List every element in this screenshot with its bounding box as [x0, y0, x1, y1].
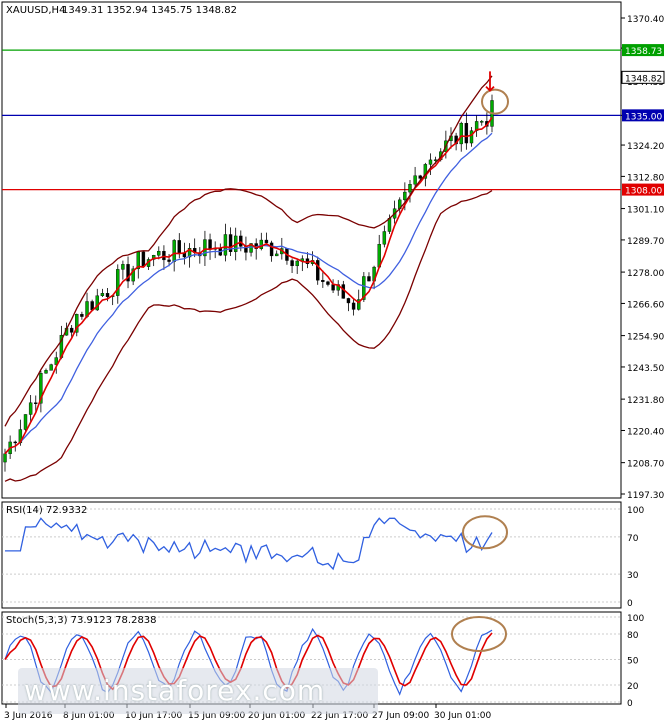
- candle-body: [351, 302, 356, 310]
- candle-body: [259, 239, 264, 249]
- stoch-tick-label: 50: [627, 657, 639, 667]
- candle-body: [459, 122, 463, 145]
- rsi-tick-label: 30: [627, 571, 639, 581]
- candle-body: [269, 242, 274, 257]
- candle-body: [223, 234, 228, 256]
- rsi-tick-label: 0: [627, 599, 633, 609]
- candle-body: [408, 184, 412, 193]
- price-tick-label: 1370.40: [627, 15, 664, 25]
- candle-body: [413, 175, 417, 185]
- candle-body: [346, 298, 351, 304]
- price-tick-label: 1301.10: [627, 206, 664, 216]
- candle-body: [469, 130, 474, 144]
- candle-body: [326, 281, 330, 285]
- candle-body: [367, 276, 371, 282]
- rsi-label: RSI(14) 72.9332: [6, 505, 87, 516]
- candle-body: [274, 253, 279, 257]
- price-tick-label: 1197.30: [627, 491, 664, 501]
- rsi-tick-label: 100: [627, 506, 644, 516]
- candle-body: [264, 239, 269, 244]
- stoch-label: Stoch(5,3,3) 73.9123 78.2838: [6, 615, 157, 626]
- candle-body: [121, 264, 125, 270]
- price-tick-label: 1266.60: [627, 300, 664, 310]
- candle-body: [428, 159, 433, 165]
- candle-body: [480, 121, 484, 123]
- candle-body: [321, 280, 325, 282]
- watermark-text: www.instaforex.com: [24, 674, 325, 707]
- candle-body: [295, 260, 299, 267]
- candle-body: [141, 251, 146, 267]
- price-tick-label: 1324.20: [627, 142, 664, 152]
- candle-body: [331, 284, 335, 291]
- candle-body: [69, 327, 74, 333]
- level-label: 1358.73: [625, 47, 662, 57]
- rsi-tick-label: 70: [627, 534, 639, 544]
- time-tick-label: 27 Jun 09:00: [372, 711, 429, 721]
- price-tick-label: 1208.70: [627, 460, 664, 470]
- candle-body: [239, 235, 243, 247]
- chart-window: 1370.401359.451347.551335.001324.201312.…: [0, 0, 665, 724]
- candle-body: [34, 402, 38, 404]
- price-tick-label: 1254.90: [627, 333, 664, 343]
- candle-body: [157, 250, 161, 256]
- price-tick-label: 1289.70: [627, 237, 664, 247]
- candle-body: [464, 122, 469, 144]
- price-tick-label: 1278.00: [627, 269, 664, 279]
- candle-body: [13, 441, 17, 444]
- candle-body: [80, 314, 84, 317]
- symbol-label: XAUUSD,H4: [6, 5, 65, 16]
- price-tick-label: 1231.80: [627, 396, 664, 406]
- stoch-tick-label: 20: [627, 682, 639, 692]
- candle-body: [105, 293, 110, 297]
- candle-body: [341, 284, 346, 299]
- candle-body: [167, 259, 171, 262]
- candle-body: [28, 402, 33, 415]
- candle-body: [418, 175, 422, 179]
- price-tick-label: 1243.50: [627, 364, 664, 374]
- price-tick-label: 1312.80: [627, 173, 664, 183]
- candle-body: [382, 231, 387, 245]
- candle-body: [3, 453, 7, 463]
- rsi-panel-frame: [1, 501, 622, 609]
- watermark-url: www.instaforex.com: [24, 674, 326, 707]
- time-tick-label: 30 Jun 01:00: [434, 711, 491, 721]
- level-label: 1335.00: [625, 112, 662, 122]
- candle-body: [290, 260, 294, 267]
- candle-body: [172, 240, 176, 262]
- candle-body: [116, 269, 120, 296]
- candle-body: [162, 250, 166, 261]
- candle-body: [100, 293, 105, 296]
- current-price-label: 1348.82: [625, 74, 662, 84]
- stoch-tick-label: 0: [627, 699, 633, 709]
- candle-body: [208, 239, 212, 250]
- candle-body: [316, 260, 320, 281]
- ohlc-values: 1349.31 1352.94 1345.75 1348.82: [62, 5, 237, 16]
- stoch-tick-label: 100: [627, 614, 644, 624]
- candle-body: [177, 240, 181, 253]
- candle-body: [387, 218, 392, 232]
- candle-body: [44, 370, 48, 374]
- level-label: 1308.00: [625, 187, 662, 197]
- stoch-tick-label: 80: [627, 631, 639, 641]
- price-tick-label: 1220.40: [627, 427, 664, 437]
- price-chart[interactable]: 1370.401359.451347.551335.001324.201312.…: [0, 0, 665, 724]
- candle-body: [49, 364, 53, 371]
- candle-body: [23, 414, 28, 430]
- main-panel-frame: [1, 1, 622, 499]
- candle-body: [403, 191, 407, 201]
